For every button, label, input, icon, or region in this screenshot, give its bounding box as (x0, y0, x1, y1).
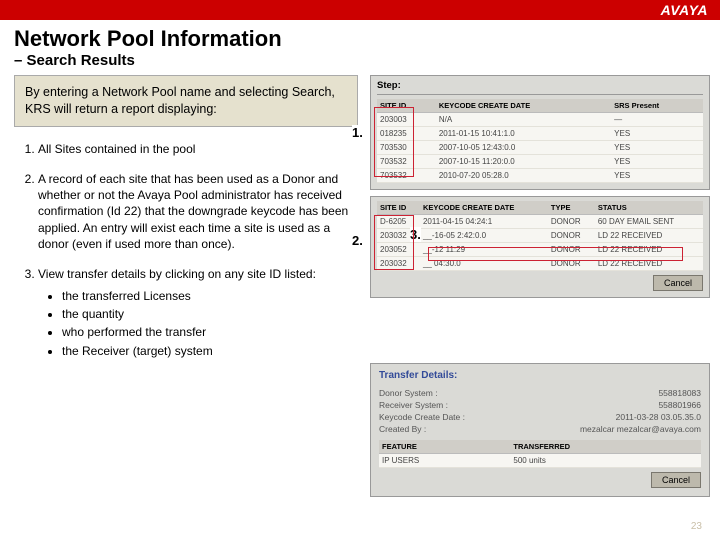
marker-1: 1. (352, 125, 363, 140)
col-header: STATUS (595, 201, 703, 215)
intro-box: By entering a Network Pool name and sele… (14, 75, 358, 127)
table-row[interactable]: 0182352011-01-15 10:41:1.0YES (377, 127, 703, 141)
table-row[interactable]: 203032__-16-05 2:42:0.0DONORLD 22 RECEIV… (377, 229, 703, 243)
table-row[interactable]: 7035322010-07-20 05:28.0YES (377, 169, 703, 183)
page-subtitle: – Search Results (0, 52, 720, 75)
transfer-row: Donor System :558818083 (379, 387, 701, 399)
bullet-list: the transferred Licenses the quantity who … (62, 288, 352, 359)
col-header: SRS Present (611, 99, 703, 113)
cancel-button-2[interactable]: Cancel (651, 472, 701, 488)
feature-table: FEATURETRANSFERREDIP USERS500 units (379, 440, 701, 468)
marker-2: 2. (352, 233, 363, 248)
transfer-row: Keycode Create Date :2011-03-28 03.05.35… (379, 411, 701, 423)
callout-box-1 (374, 107, 414, 177)
avaya-logo: AVAYA (661, 2, 708, 18)
bullet-item: the quantity (62, 306, 352, 322)
callout-box-3 (428, 247, 683, 261)
transfer-details-panel: Transfer Details: Donor System :55881808… (370, 363, 710, 497)
page-number: 23 (691, 521, 702, 532)
top-red-bar: AVAYA (0, 0, 720, 20)
panel-sites: Step: SITE IDKEYCODE CREATE DATESRS Pres… (370, 75, 710, 190)
list-item-2: A record of each site that has been used… (38, 171, 358, 252)
col-header: FEATURE (379, 440, 510, 454)
list-item-3: View transfer details by clicking on any… (38, 266, 358, 359)
bullet-item: who performed the transfer (62, 324, 352, 340)
numbered-list: All Sites contained in the pool A record… (38, 141, 358, 359)
table-row[interactable]: 203003N/A— (377, 113, 703, 127)
list-item-3-text: View transfer details by clicking on any… (38, 267, 316, 281)
right-column: 1. 2. 3. Step: SITE IDKEYCODE CREATE DAT… (370, 75, 720, 497)
transfer-row: Receiver System :558801966 (379, 399, 701, 411)
col-header: TYPE (548, 201, 595, 215)
transfer-title: Transfer Details: (379, 370, 701, 381)
col-header: SITE ID (377, 201, 420, 215)
bullet-item: the Receiver (target) system (62, 343, 352, 359)
step-label: Step: (377, 80, 703, 91)
left-column: By entering a Network Pool name and sele… (0, 75, 370, 497)
sites-table: SITE IDKEYCODE CREATE DATESRS Present203… (377, 99, 703, 183)
list-item-1: All Sites contained in the pool (38, 141, 358, 157)
cancel-button-1[interactable]: Cancel (653, 275, 703, 291)
col-header: TRANSFERRED (510, 440, 701, 454)
transfer-row: Created By :mezalcar mezalcar@avaya.com (379, 423, 701, 435)
bullet-item: the transferred Licenses (62, 288, 352, 304)
table-row[interactable]: D-62052011-04-15 04:24:1DONOR60 DAY EMAI… (377, 215, 703, 229)
table-row[interactable]: 7035302007-10-05 12:43:0.0YES (377, 141, 703, 155)
table-row[interactable]: 7035322007-10-15 11:20:0.0YES (377, 155, 703, 169)
col-header: KEYCODE CREATE DATE (436, 99, 611, 113)
table-row[interactable]: IP USERS500 units (379, 454, 701, 468)
page-title: Network Pool Information (0, 20, 720, 52)
col-header: KEYCODE CREATE DATE (420, 201, 548, 215)
callout-box-2 (374, 215, 414, 270)
